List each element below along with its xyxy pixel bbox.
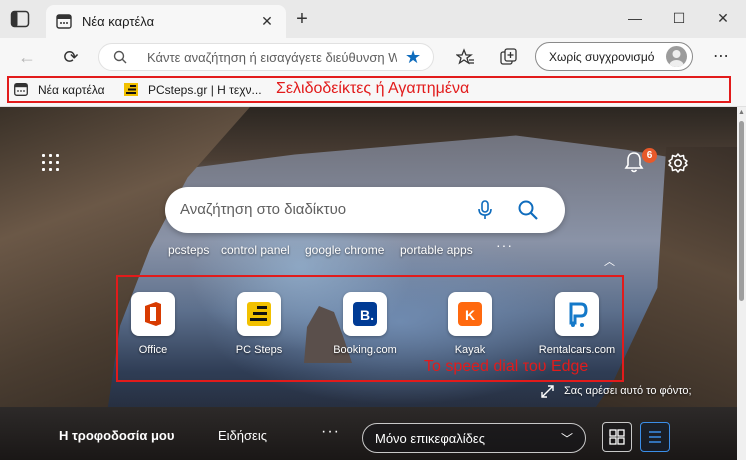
suggestion-link[interactable]: portable apps (400, 243, 473, 257)
favorite-star-icon[interactable]: ★ (405, 47, 421, 68)
tab-news[interactable]: Ειδήσεις (218, 428, 267, 443)
back-button[interactable]: ← (16, 46, 38, 68)
suggestion-link[interactable]: google chrome (305, 243, 384, 257)
title-bar: Νέα καρτέλα ✕ + — ☐ ✕ (0, 0, 746, 38)
feed-nav: Η τροφοδοσία μου Ειδήσεις ··· Μόνο επικε… (0, 417, 737, 460)
chevron-down-icon: ﹀ (561, 432, 574, 446)
favorites-annotation-box (7, 76, 731, 103)
profile-label: Χωρίς συγχρονισμό (549, 50, 655, 64)
layout-dropdown[interactable]: Μόνο επικεφαλίδες ﹀ (362, 423, 586, 453)
gear-icon[interactable] (667, 152, 689, 174)
background-feedback-link[interactable]: Σας αρέσει αυτό το φόντο; (564, 385, 692, 397)
address-bar[interactable]: Κάντε αναζήτηση ή εισαγάγετε διεύθυνση W… (98, 43, 434, 71)
profile-button[interactable]: Χωρίς συγχρονισμό (535, 42, 693, 71)
search-icon (113, 50, 127, 64)
grid-view-button[interactable] (602, 422, 632, 452)
new-tab-icon (56, 14, 72, 29)
app-launcher-icon[interactable] (42, 154, 60, 172)
toolbar: ← ⟳ Κάντε αναζήτηση ή εισαγάγετε διεύθυν… (0, 38, 746, 76)
suggestions-more-button[interactable]: ··· (496, 237, 513, 253)
address-input[interactable]: Κάντε αναζήτηση ή εισαγάγετε διεύθυνση W… (147, 50, 397, 65)
collections-icon[interactable] (500, 48, 518, 66)
close-window-button[interactable]: ✕ (710, 8, 736, 28)
microphone-icon[interactable] (477, 200, 493, 220)
settings-menu-button[interactable]: ⋯ (710, 46, 732, 68)
scroll-up-arrow-icon[interactable]: ▲ (737, 109, 746, 117)
grid-icon (609, 429, 625, 445)
maximize-button[interactable]: ☐ (666, 8, 692, 28)
avatar (666, 46, 687, 67)
collapse-chevron-icon[interactable]: ︿ (604, 253, 615, 269)
tab-title: Νέα καρτέλα (82, 14, 155, 29)
notifications-bell-icon[interactable] (624, 151, 644, 173)
suggestion-link[interactable]: pcsteps (168, 243, 209, 257)
refresh-button[interactable]: ⟳ (60, 46, 82, 68)
expand-icon[interactable] (541, 385, 554, 398)
list-icon (649, 431, 661, 443)
scrollbar-thumb[interactable] (739, 121, 744, 301)
tab-actions-icon[interactable] (10, 10, 30, 28)
nav-more-button[interactable]: ··· (321, 423, 340, 441)
tab-my-feed[interactable]: Η τροφοδοσία μου (59, 428, 174, 443)
search-icon[interactable] (517, 199, 539, 221)
tab-new-tab[interactable]: Νέα καρτέλα ✕ (46, 5, 286, 38)
new-tab-button[interactable]: + (292, 9, 312, 30)
list-view-button[interactable] (640, 422, 670, 452)
suggestion-link[interactable]: control panel (221, 243, 290, 257)
speed-dial-annotation-box (116, 275, 624, 382)
minimize-button[interactable]: — (622, 8, 648, 28)
layout-dropdown-value: Μόνο επικεφαλίδες (375, 431, 485, 446)
search-input[interactable]: Αναζήτηση στο διαδίκτυο (180, 201, 346, 218)
favorites-icon[interactable] (456, 48, 475, 66)
close-tab-icon[interactable]: ✕ (260, 14, 274, 28)
scrollbar[interactable]: ▲ (737, 107, 746, 460)
user-icon (669, 50, 684, 67)
web-search-box[interactable]: Αναζήτηση στο διαδίκτυο (165, 187, 565, 233)
notification-badge: 6 (642, 148, 657, 163)
